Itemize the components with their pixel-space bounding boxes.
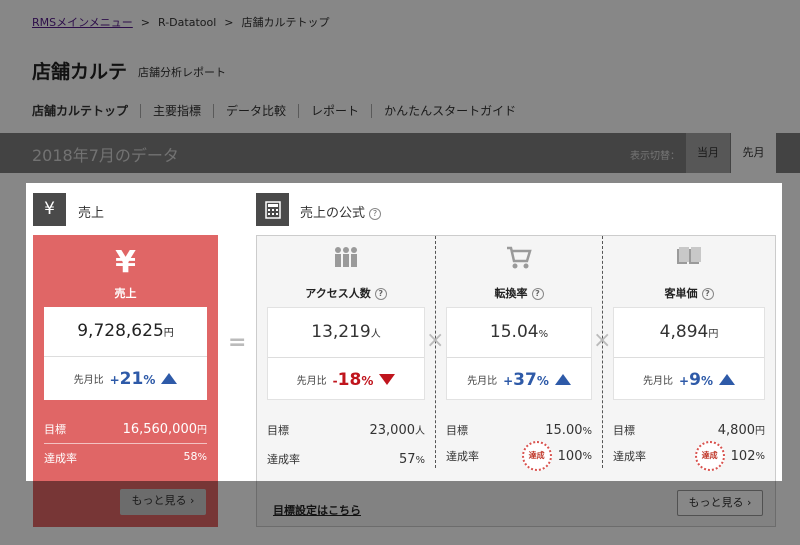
help-icon[interactable]: ? — [374, 288, 387, 300]
page-title: 店舗カルテ — [32, 61, 128, 83]
access-rate-row: 達成率 57% — [267, 451, 425, 467]
access-column: アクセス人数? 13,219人 先月比 -18% 目標 23,000人 達成率 … — [257, 236, 435, 467]
conversion-label: 転換率? — [436, 285, 602, 301]
avg-order-rate-row: 達成率 達成 102% — [613, 441, 765, 471]
current-month-button[interactable]: 当月 — [686, 133, 730, 173]
achieved-badge: 達成 — [521, 441, 552, 471]
conversion-compare: 先月比 +37% — [447, 357, 591, 401]
breadcrumb: RMSメインメニュー > R-Datatool > 店舗カルテトップ — [32, 14, 330, 30]
compare-percent: +37% — [503, 369, 549, 390]
sales-value-box: 9,728,625円 先月比 +21% — [44, 307, 207, 400]
compare-percent: -18% — [332, 369, 374, 390]
yen-icon: ¥ — [33, 193, 66, 226]
access-value: 13,219人 — [311, 322, 381, 342]
tab-data-compare[interactable]: データ比較 — [213, 104, 298, 118]
conversion-value-box: 15.04% 先月比 +37% — [446, 307, 592, 400]
display-switch-label: 表示切替： — [630, 151, 680, 162]
conversion-value: 15.04% — [489, 322, 549, 342]
sales-target-row: 目標 16,560,000円 — [44, 421, 207, 444]
sales-value: 9,728,625円 — [77, 321, 174, 341]
compare-percent: +21% — [109, 368, 156, 389]
last-month-button[interactable]: 先月 — [731, 133, 776, 173]
conversion-column: 転換率? 15.04% 先月比 +37% 目標 15.00% 達成率 達成 100… — [436, 236, 602, 471]
help-icon[interactable]: ? — [701, 288, 714, 300]
avg-order-compare: 先月比 +9% — [614, 357, 764, 401]
tab-report[interactable]: レポート — [298, 104, 371, 118]
sales-section-title: 売上 — [78, 206, 105, 221]
avg-order-label: 客単価? — [603, 285, 775, 301]
help-icon[interactable]: ? — [369, 207, 382, 220]
sales-compare: 先月比 +21% — [44, 356, 207, 400]
conversion-rate-row: 達成率 達成 100% — [446, 441, 592, 471]
conversion-target-row: 目標 15.00% — [446, 422, 592, 438]
equals-sign: = — [228, 330, 247, 355]
help-icon[interactable]: ? — [531, 288, 544, 300]
rate-value: 58% — [183, 450, 207, 463]
calculator-icon — [256, 193, 289, 226]
people-icon — [257, 246, 435, 274]
tab-start-guide[interactable]: かんたんスタートガイド — [371, 104, 528, 118]
breadcrumb-current: 店舗カルテトップ — [241, 16, 330, 29]
breadcrumb-rms-menu[interactable]: RMSメインメニュー — [32, 14, 133, 30]
compare-percent: +9% — [679, 369, 713, 390]
formula-more-button[interactable]: もっと見る › — [677, 490, 763, 516]
sales-panel: ¥ 売上 9,728,625円 先月比 +21% 目標 16,560,000円 … — [33, 235, 218, 527]
formula-section-title: 売上の公式? — [300, 202, 382, 221]
data-period-bar: 2018年7月のデータ 表示切替： 当月 先月 — [0, 133, 800, 173]
breadcrumb-separator: > — [224, 15, 234, 29]
trend-down-icon — [379, 374, 396, 385]
access-compare: 先月比 -18% — [268, 357, 424, 401]
avg-order-column: 客単価? 4,894円 先月比 +9% 目標 4,800円 達成率 達成 102% — [603, 236, 775, 471]
trend-up-icon — [718, 374, 735, 385]
formula-panel: アクセス人数? 13,219人 先月比 -18% 目標 23,000人 達成率 … — [256, 235, 776, 527]
avg-order-value: 4,894円 — [659, 322, 719, 342]
target-label: 目標 — [44, 423, 66, 436]
avg-order-value-box: 4,894円 先月比 +9% — [613, 307, 765, 400]
sales-rate-row: 達成率 58% — [44, 450, 207, 466]
breadcrumb-datatool[interactable]: R-Datatool — [158, 16, 216, 29]
access-target-row: 目標 23,000人 — [267, 423, 425, 438]
compare-label: 先月比 — [73, 375, 104, 386]
data-period-title: 2018年7月のデータ — [32, 146, 179, 165]
nav-tabs: 店舗カルテトップ 主要指標 データ比較 レポート かんたんスタートガイド — [32, 104, 528, 118]
trend-up-icon — [161, 373, 178, 384]
trend-up-icon — [554, 374, 571, 385]
avg-order-target-row: 目標 4,800円 — [613, 423, 765, 438]
cart-icon — [436, 246, 602, 276]
sales-label: 売上 — [114, 287, 137, 300]
page-subtitle: 店舗分析レポート — [138, 66, 226, 79]
tab-top[interactable]: 店舗カルテトップ — [32, 104, 140, 118]
access-label: アクセス人数? — [257, 285, 435, 301]
books-icon — [603, 246, 775, 272]
target-value: 16,560,000円 — [122, 422, 207, 437]
breadcrumb-separator: > — [140, 15, 151, 29]
sales-more-button[interactable]: もっと見る › — [120, 489, 206, 515]
rate-label: 達成率 — [44, 452, 77, 465]
tab-key-metrics[interactable]: 主要指標 — [140, 104, 213, 118]
yen-icon: ¥ — [115, 245, 136, 280]
achieved-badge: 達成 — [694, 441, 725, 471]
goal-setting-link[interactable]: 目標設定はこちら — [273, 502, 361, 518]
access-value-box: 13,219人 先月比 -18% — [267, 307, 425, 400]
